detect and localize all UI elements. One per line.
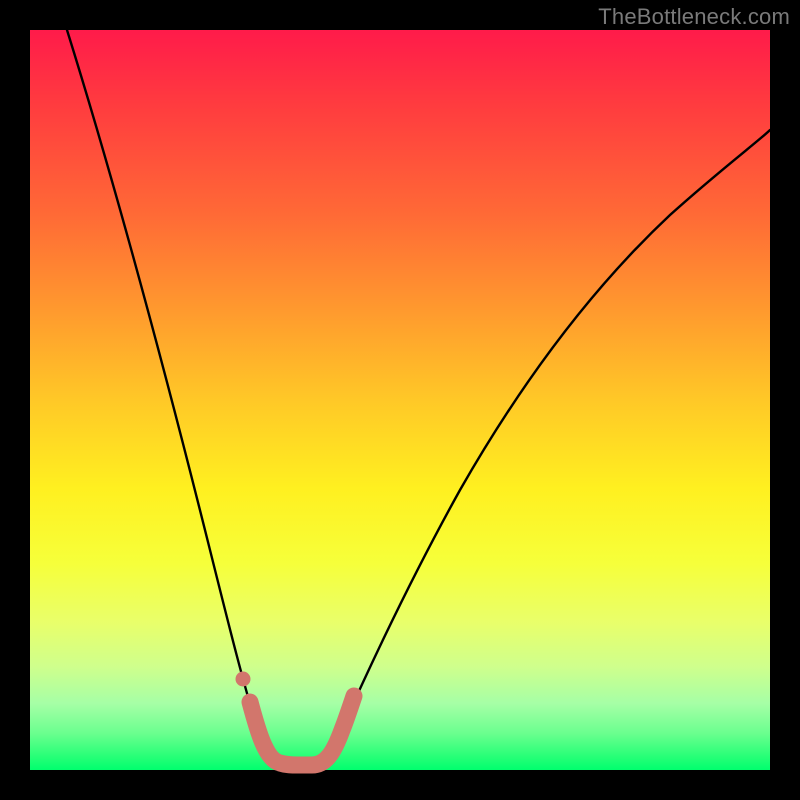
plot-area (30, 30, 770, 770)
chart-frame: TheBottleneck.com (0, 0, 800, 800)
bottleneck-curve (67, 30, 770, 765)
sweet-spot-dot (236, 672, 251, 687)
watermark-text: TheBottleneck.com (598, 4, 790, 30)
curve-layer (30, 30, 770, 770)
sweet-spot-highlight (250, 696, 354, 765)
